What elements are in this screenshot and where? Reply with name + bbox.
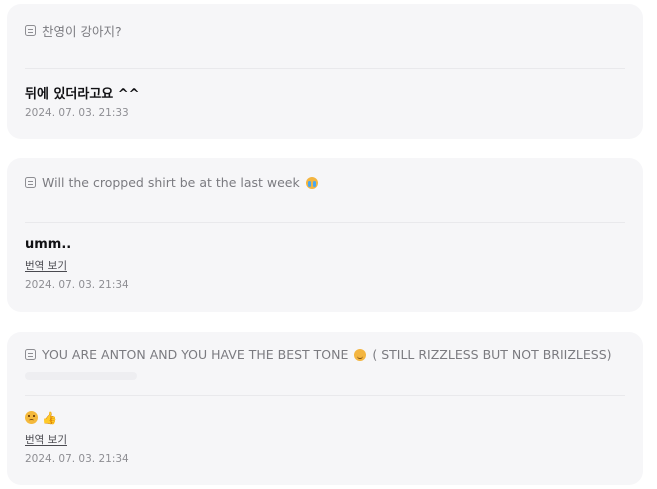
divider	[25, 68, 625, 69]
thumbs-up-icon: 👍	[42, 410, 57, 425]
answer-text: 뒤에 있더라고요 ^^	[25, 87, 140, 102]
qa-card: YOU ARE ANTON AND YOU HAVE THE BEST TONE…	[7, 332, 643, 485]
question-icon	[25, 177, 36, 188]
divider	[25, 395, 625, 396]
translate-link[interactable]: 번역 보기	[25, 258, 67, 273]
translate-link[interactable]: 번역 보기	[25, 432, 67, 447]
pensive-face-icon	[25, 411, 38, 424]
question-suffix: ( STILL RIZZLESS BUT NOT BRIIZLESS)	[372, 347, 612, 362]
question-icon	[25, 25, 36, 36]
crying-face-icon	[305, 176, 318, 189]
qa-feed: 찬영이 강아지? 뒤에 있더라고요 ^^ 2024. 07. 03. 21:33…	[0, 0, 657, 489]
timestamp: 2024. 07. 03. 21:33	[25, 107, 129, 119]
answer-text: umm..	[25, 237, 72, 252]
blurred-text-placeholder	[25, 372, 137, 380]
question-text: Will the cropped shirt be at the last we…	[42, 175, 300, 190]
answer-emojis: 👍	[25, 411, 57, 424]
question-text: YOU ARE ANTON AND YOU HAVE THE BEST TONE	[42, 347, 349, 362]
question-row: Will the cropped shirt be at the last we…	[25, 175, 625, 190]
qa-card: 찬영이 강아지? 뒤에 있더라고요 ^^ 2024. 07. 03. 21:33	[7, 4, 643, 139]
question-row: 찬영이 강아지?	[25, 21, 625, 40]
divider	[25, 222, 625, 223]
question-icon	[25, 349, 36, 360]
timestamp: 2024. 07. 03. 21:34	[25, 453, 129, 465]
timestamp: 2024. 07. 03. 21:34	[25, 279, 129, 291]
qa-card: Will the cropped shirt be at the last we…	[7, 158, 643, 312]
question-row: YOU ARE ANTON AND YOU HAVE THE BEST TONE…	[25, 347, 625, 362]
smiling-face-icon	[354, 348, 367, 361]
question-text: 찬영이 강아지?	[42, 24, 122, 39]
